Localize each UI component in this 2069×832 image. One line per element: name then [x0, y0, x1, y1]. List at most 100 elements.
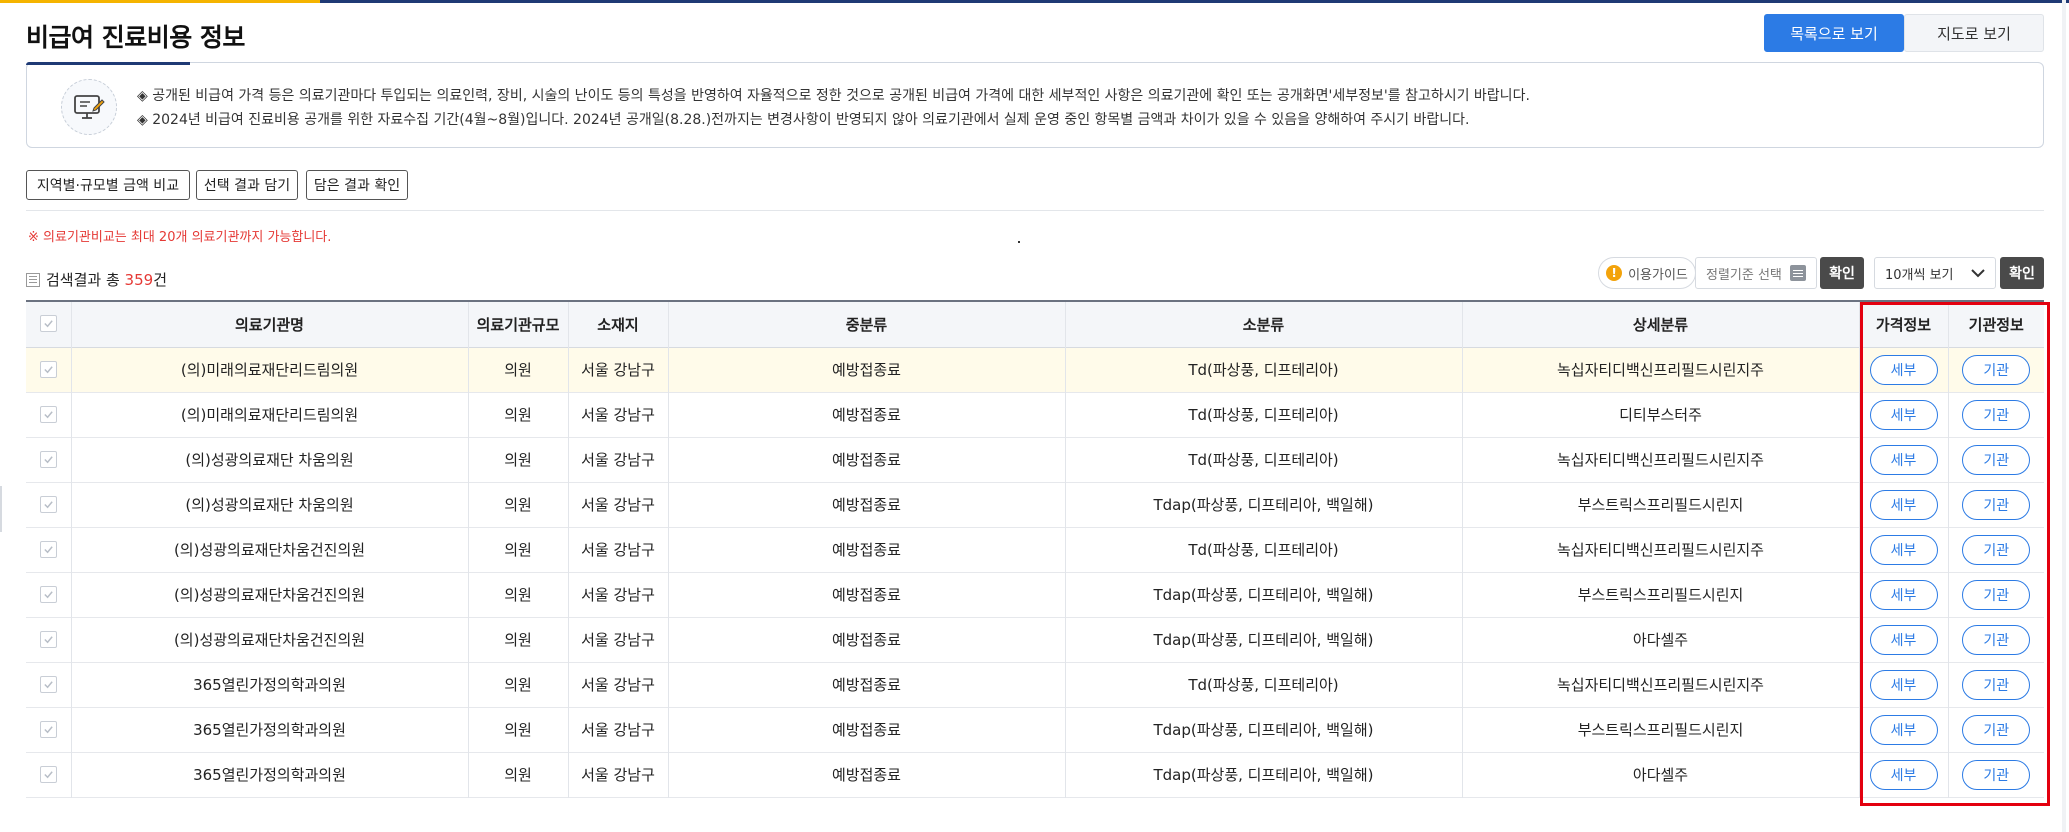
sort-placeholder: 정렬기준 선택: [1706, 267, 1782, 283]
row-checkbox[interactable]: [39, 405, 57, 423]
cell-mid-category: 예방접종료: [668, 392, 1066, 437]
org-info-button[interactable]: 기관: [1962, 489, 2031, 520]
sort-select[interactable]: 정렬기준 선택: [1695, 257, 1817, 289]
table-row: (의)미래의료재단리드림의원 의원 서울 강남구 예방접종료 Td(파상풍, 디프테리아…: [26, 392, 2044, 437]
org-info-button[interactable]: 기관: [1962, 579, 2031, 610]
header-location: 소재지: [568, 301, 669, 347]
row-select-cell[interactable]: [26, 707, 72, 752]
table-header-row: 의료기관명 의료기관규모 소재지 중분류 소분류 상세분류 가격정보 기관정보: [26, 301, 2044, 347]
row-select-cell[interactable]: [26, 617, 72, 662]
monitor-edit-icon: [61, 79, 117, 135]
row-select-cell[interactable]: [26, 347, 72, 392]
detail-button[interactable]: 세부: [1869, 624, 1938, 655]
view-map-button[interactable]: 지도로 보기: [1904, 14, 2044, 52]
cell-detail-category: 아다셀주: [1462, 617, 1860, 662]
org-info-button[interactable]: 기관: [1962, 534, 2031, 565]
row-checkbox[interactable]: [39, 765, 57, 783]
cell-location: 서울 강남구: [568, 662, 669, 707]
per-page-confirm-button[interactable]: 확인: [2000, 257, 2044, 289]
cell-location: 서울 강남구: [568, 347, 669, 392]
cell-price-info: 세부: [1859, 752, 1949, 797]
usage-guide-button[interactable]: ! 이용가이드: [1598, 257, 1696, 289]
cell-mid-category: 예방접종료: [668, 707, 1066, 752]
row-checkbox[interactable]: [39, 450, 57, 468]
check-icon: [44, 365, 53, 373]
header-select-all[interactable]: [26, 301, 72, 347]
row-select-cell[interactable]: [26, 437, 72, 482]
header-price-info: 가격정보: [1859, 301, 1949, 347]
check-icon: [44, 500, 53, 508]
row-checkbox[interactable]: [39, 585, 57, 603]
org-info-button[interactable]: 기관: [1962, 759, 2031, 790]
row-select-cell[interactable]: [26, 482, 72, 527]
divider: [26, 210, 2044, 211]
cell-name: (의)성광의료재단차움건진의원: [71, 617, 469, 662]
row-checkbox[interactable]: [39, 495, 57, 513]
detail-button[interactable]: 세부: [1869, 714, 1938, 745]
header-name: 의료기관명: [71, 301, 469, 347]
cell-org-info: 기관: [1948, 572, 2044, 617]
row-checkbox[interactable]: [39, 540, 57, 558]
cell-price-info: 세부: [1859, 527, 1949, 572]
row-checkbox[interactable]: [39, 720, 57, 738]
org-info-button[interactable]: 기관: [1962, 714, 2031, 745]
header-sub-category: 소분류: [1065, 301, 1463, 347]
cell-mid-category: 예방접종료: [668, 662, 1066, 707]
region-scale-compare-button[interactable]: 지역별·규모별 금액 비교: [26, 170, 190, 200]
cell-mid-category: 예방접종료: [668, 347, 1066, 392]
notice-box: ◈ 공개된 비급여 가격 등은 의료기관마다 투입되는 의료인력, 장비, 시술…: [26, 62, 2044, 148]
result-count: 검색결과 총 359건: [26, 269, 167, 290]
sort-confirm-button[interactable]: 확인: [1820, 257, 1864, 289]
cell-price-info: 세부: [1859, 482, 1949, 527]
add-selected-button[interactable]: 선택 결과 담기: [196, 170, 298, 200]
detail-button[interactable]: 세부: [1869, 579, 1938, 610]
check-icon: [44, 455, 53, 463]
detail-button[interactable]: 세부: [1869, 669, 1938, 700]
cell-name: (의)성광의료재단 차움의원: [71, 482, 469, 527]
cell-price-info: 세부: [1859, 707, 1949, 752]
cell-detail-category: 녹십자티디백신프리필드시린지주: [1462, 437, 1860, 482]
row-checkbox[interactable]: [39, 360, 57, 378]
table-row: (의)성광의료재단차움건진의원 의원 서울 강남구 예방접종료 Tdap(파상풍, 디프…: [26, 617, 2044, 662]
check-icon: [44, 320, 53, 328]
cell-detail-category: 아다셀주: [1462, 752, 1860, 797]
detail-button[interactable]: 세부: [1869, 489, 1938, 520]
cell-mid-category: 예방접종료: [668, 437, 1066, 482]
table-row: 365열린가정의학과의원 의원 서울 강남구 예방접종료 Tdap(파상풍, 디프테리아…: [26, 752, 2044, 797]
view-list-button[interactable]: 목록으로 보기: [1764, 14, 1904, 52]
cell-price-info: 세부: [1859, 662, 1949, 707]
detail-button[interactable]: 세부: [1869, 354, 1938, 385]
per-page-value: 10개씩 보기: [1885, 267, 1954, 283]
row-select-cell[interactable]: [26, 392, 72, 437]
select-all-checkbox[interactable]: [39, 315, 57, 333]
cell-price-info: 세부: [1859, 617, 1949, 662]
cell-detail-category: 부스트릭스프리필드시린지: [1462, 572, 1860, 617]
row-checkbox[interactable]: [39, 630, 57, 648]
per-page-select[interactable]: 10개씩 보기: [1874, 257, 1996, 289]
cell-scale: 의원: [468, 617, 569, 662]
row-select-cell[interactable]: [26, 572, 72, 617]
cell-sub-category: Td(파상풍, 디프테리아): [1065, 437, 1463, 482]
row-checkbox[interactable]: [39, 675, 57, 693]
cell-scale: 의원: [468, 707, 569, 752]
detail-button[interactable]: 세부: [1869, 444, 1938, 475]
detail-button[interactable]: 세부: [1869, 534, 1938, 565]
org-info-button[interactable]: 기관: [1962, 444, 2031, 475]
list-icon: [26, 272, 40, 287]
view-saved-button[interactable]: 담은 결과 확인: [306, 170, 408, 200]
detail-button[interactable]: 세부: [1869, 759, 1938, 790]
cell-org-info: 기관: [1948, 482, 2044, 527]
cell-mid-category: 예방접종료: [668, 752, 1066, 797]
right-edge-bar: [2062, 0, 2066, 832]
detail-button[interactable]: 세부: [1869, 399, 1938, 430]
org-info-button[interactable]: 기관: [1962, 669, 2031, 700]
table-row: (의)미래의료재단리드림의원 의원 서울 강남구 예방접종료 Td(파상풍, 디프테리아…: [26, 347, 2044, 392]
header-mid-category: 중분류: [668, 301, 1066, 347]
row-select-cell[interactable]: [26, 662, 72, 707]
row-select-cell[interactable]: [26, 527, 72, 572]
org-info-button[interactable]: 기관: [1962, 354, 2031, 385]
cell-scale: 의원: [468, 392, 569, 437]
org-info-button[interactable]: 기관: [1962, 399, 2031, 430]
org-info-button[interactable]: 기관: [1962, 624, 2031, 655]
row-select-cell[interactable]: [26, 752, 72, 797]
